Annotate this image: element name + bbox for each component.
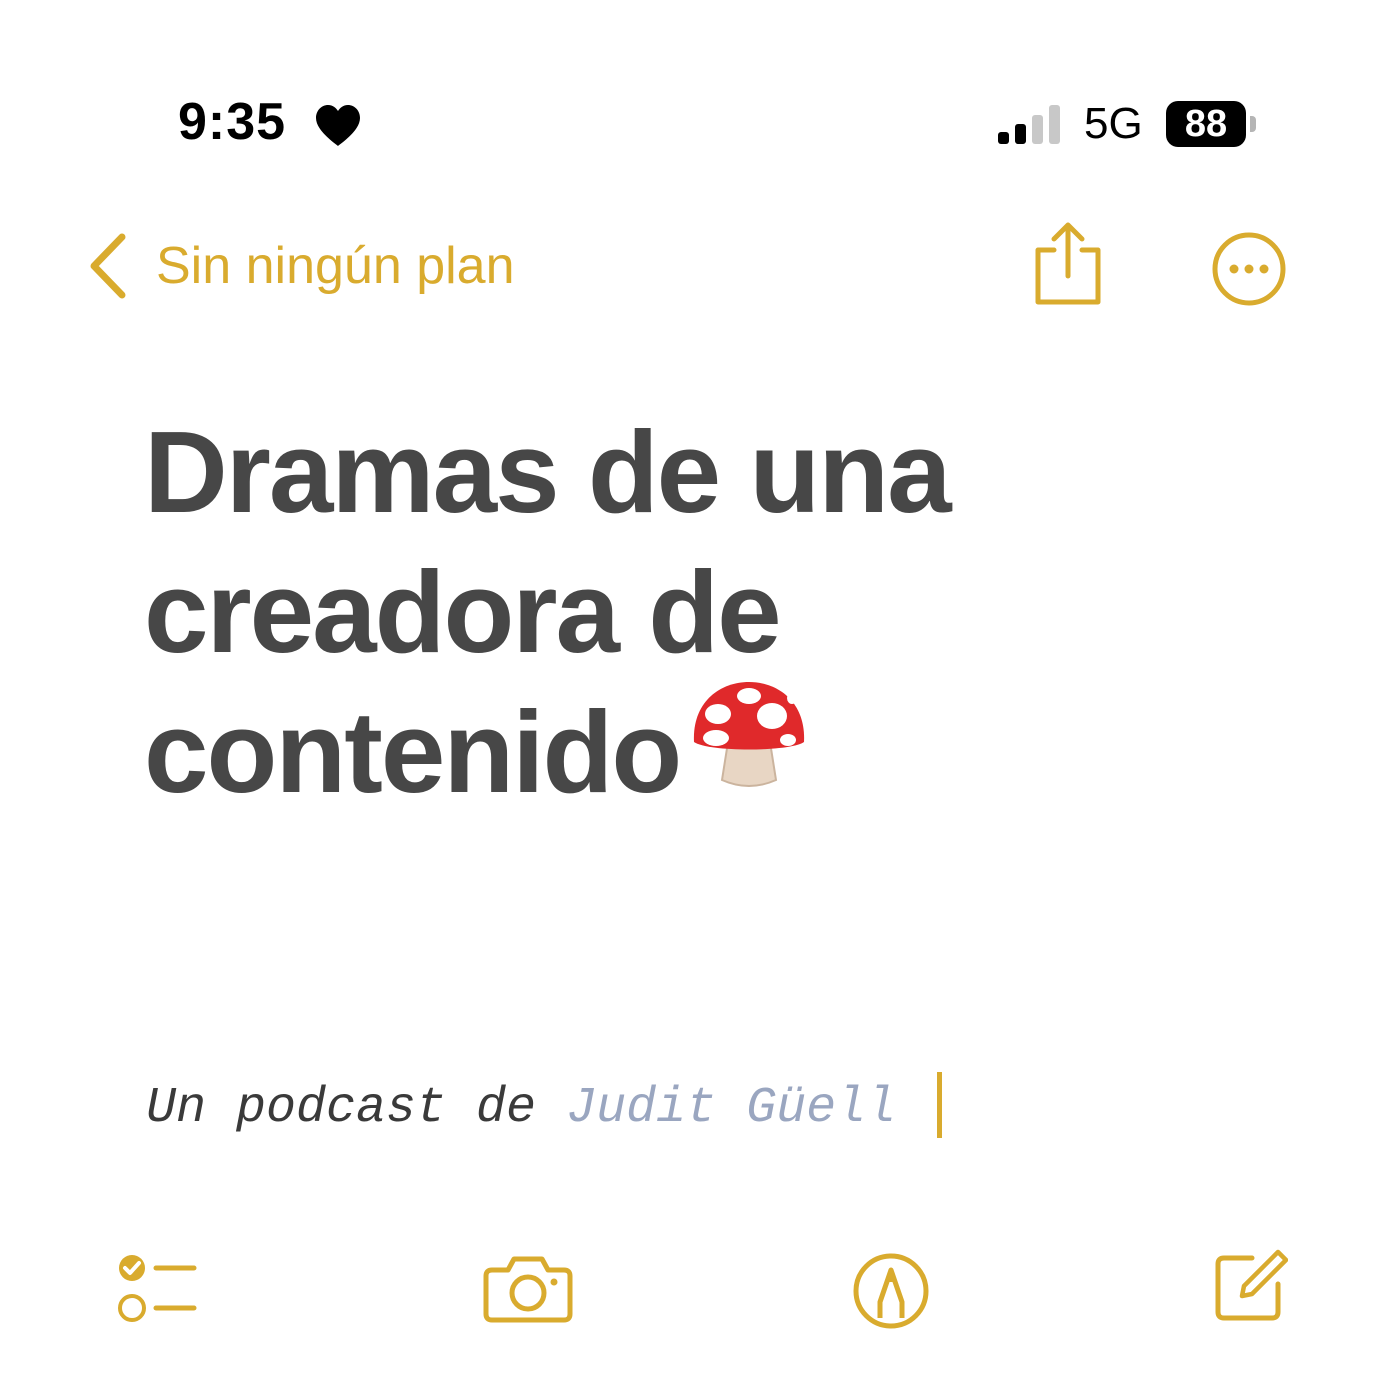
compose-icon[interactable]	[1212, 1248, 1288, 1324]
mushroom-icon	[693, 682, 805, 787]
camera-icon[interactable]	[482, 1254, 574, 1324]
chevron-left-icon	[90, 233, 126, 299]
note-title[interactable]: Dramas de una creadora de contenido	[144, 402, 1044, 822]
battery-icon: 88	[1166, 101, 1260, 147]
note-subtitle[interactable]: Un podcast de Judit Güell	[146, 1080, 896, 1137]
author-name: Judit Güell	[566, 1080, 897, 1137]
battery-level: 88	[1166, 101, 1246, 147]
ellipsis-circle-icon[interactable]	[1210, 230, 1288, 308]
notes-screen: 9:35 5G 88 Sin ningún plan Dramas de una…	[0, 0, 1400, 1400]
subtitle-prefix: Un podcast de	[146, 1080, 567, 1137]
back-label: Sin ningún plan	[156, 237, 515, 295]
heart-icon	[316, 105, 360, 146]
markup-pen-icon[interactable]	[852, 1252, 930, 1330]
network-type: 5G	[1084, 99, 1143, 148]
text-cursor	[937, 1072, 942, 1138]
share-icon[interactable]	[1030, 220, 1106, 308]
back-button[interactable]: Sin ningún plan	[86, 230, 515, 302]
status-time: 9:35	[178, 93, 287, 151]
battery-tip	[1250, 116, 1256, 132]
checklist-icon[interactable]	[114, 1252, 200, 1328]
cellular-signal-icon	[998, 105, 1060, 144]
